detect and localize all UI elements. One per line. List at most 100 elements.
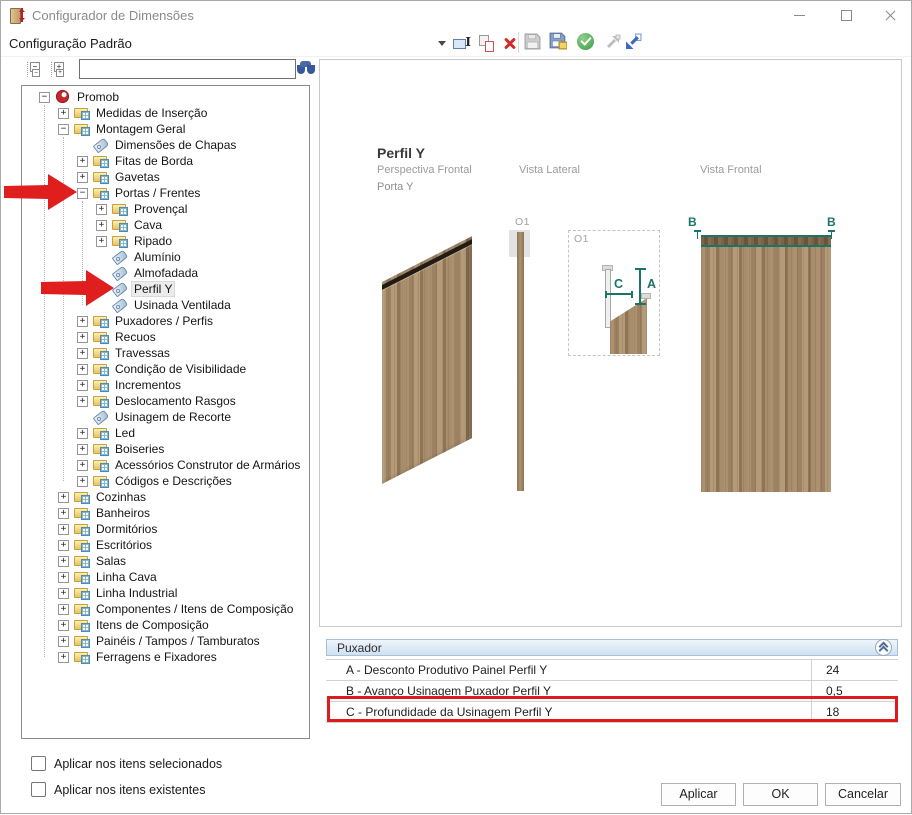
tree-item[interactable]: Dimensões de Chapas <box>22 137 309 153</box>
tree-item[interactable]: Itens de Composição <box>22 617 309 633</box>
expander-icon[interactable] <box>77 332 88 343</box>
locate-arrow-icon[interactable] <box>605 34 623 52</box>
title-bar: Configurador de Dimensões <box>1 1 911 29</box>
expander-icon[interactable] <box>77 348 88 359</box>
expander-icon[interactable] <box>77 188 88 199</box>
apply-button[interactable]: Aplicar <box>661 783 736 806</box>
ok-button[interactable]: OK <box>743 783 818 806</box>
delete-configuration-icon[interactable] <box>501 34 519 52</box>
tree-item[interactable]: Medidas de Inserção <box>22 105 309 121</box>
property-value-field[interactable]: 0,5 <box>811 681 898 701</box>
tree-node-icon <box>74 554 90 568</box>
tree-item[interactable]: Ripado <box>22 233 309 249</box>
tree-item[interactable]: Ferragens e Fixadores <box>22 649 309 665</box>
expander-icon[interactable] <box>96 236 107 247</box>
expander-icon[interactable] <box>77 316 88 327</box>
tree-item[interactable]: Usinagem de Recorte <box>22 409 309 425</box>
dim-c-label: C <box>614 277 623 291</box>
expander-icon[interactable] <box>77 460 88 471</box>
expander-icon[interactable] <box>77 156 88 167</box>
expander-icon[interactable] <box>77 380 88 391</box>
expander-icon[interactable] <box>58 556 69 567</box>
tree-item[interactable]: Alumínio <box>22 249 309 265</box>
checkbox[interactable] <box>31 782 46 797</box>
tree-item[interactable]: Códigos e Descrições <box>22 473 309 489</box>
apply-catalog-check-icon[interactable] <box>577 33 594 50</box>
save-icon[interactable] <box>524 33 542 51</box>
tree-item[interactable]: Provençal <box>22 201 309 217</box>
expand-all-icon[interactable]: ++ <box>51 62 65 77</box>
expander-icon[interactable] <box>77 476 88 487</box>
tree-search-input[interactable] <box>79 59 296 79</box>
tree-item[interactable]: Banheiros <box>22 505 309 521</box>
expander-icon[interactable] <box>77 444 88 455</box>
expander-icon[interactable] <box>58 508 69 519</box>
tree-item[interactable]: Travessas <box>22 345 309 361</box>
property-value-field[interactable]: 24 <box>811 660 898 680</box>
tree-item[interactable]: Cava <box>22 217 309 233</box>
expander-icon[interactable] <box>58 588 69 599</box>
expander-icon[interactable] <box>77 172 88 183</box>
expander-icon[interactable] <box>39 92 50 103</box>
tree-node-icon <box>93 362 109 376</box>
duplicate-configuration-icon[interactable] <box>478 34 496 52</box>
minimize-button[interactable] <box>783 3 817 27</box>
tree-item[interactable]: Led <box>22 425 309 441</box>
rename-configuration-icon[interactable] <box>453 34 471 52</box>
tree-item[interactable]: Linha Cava <box>22 569 309 585</box>
collapse-group-chevron-icon[interactable] <box>875 639 892 656</box>
configuration-combobox[interactable]: Configuração Padrão <box>9 36 132 51</box>
tree-item[interactable]: Perfil Y <box>22 281 309 297</box>
tree-item[interactable]: Componentes / Itens de Composição <box>22 601 309 617</box>
expander-icon[interactable] <box>58 524 69 535</box>
tree-item-label: Provençal <box>132 202 189 216</box>
property-value-field[interactable]: 18 <box>811 702 898 722</box>
tree-item[interactable]: Condição de Visibilidade <box>22 361 309 377</box>
tree-item[interactable]: Promob <box>22 89 309 105</box>
expander-icon[interactable] <box>58 108 69 119</box>
expander-icon[interactable] <box>58 540 69 551</box>
tree-item[interactable]: Fitas de Borda <box>22 153 309 169</box>
expander-icon[interactable] <box>96 204 107 215</box>
dim-a-line <box>639 268 641 305</box>
tree-item[interactable]: Salas <box>22 553 309 569</box>
expander-icon[interactable] <box>58 652 69 663</box>
tree-item[interactable]: Escritórios <box>22 537 309 553</box>
tree-item[interactable]: Montagem Geral <box>22 121 309 137</box>
tree-item[interactable]: Almofadada <box>22 265 309 281</box>
configuration-tree[interactable]: Promob Medidas de Inserção Montagem Gera… <box>21 85 310 739</box>
tree-item[interactable]: Acessórios Construtor de Armários <box>22 457 309 473</box>
expander-icon[interactable] <box>77 428 88 439</box>
import-arrow-icon[interactable] <box>625 33 643 51</box>
cancel-button[interactable]: Cancelar <box>825 783 901 806</box>
tree-item[interactable]: Recuos <box>22 329 309 345</box>
expander-icon[interactable] <box>58 572 69 583</box>
expander-icon[interactable] <box>58 636 69 647</box>
combo-dropdown-arrow-icon[interactable] <box>438 41 446 50</box>
collapse-all-icon[interactable]: −− <box>27 62 41 77</box>
expander-icon[interactable] <box>58 604 69 615</box>
expander-icon[interactable] <box>58 492 69 503</box>
expander-icon[interactable] <box>77 396 88 407</box>
binoculars-search-icon[interactable] <box>297 61 315 76</box>
tree-item[interactable]: Gavetas <box>22 169 309 185</box>
tree-item[interactable]: Dormitórios <box>22 521 309 537</box>
tree-item[interactable]: Painéis / Tampos / Tamburatos <box>22 633 309 649</box>
expander-icon[interactable] <box>58 620 69 631</box>
tree-item[interactable]: Linha Industrial <box>22 585 309 601</box>
tree-item[interactable]: Incrementos <box>22 377 309 393</box>
tree-item[interactable]: Cozinhas <box>22 489 309 505</box>
tree-item[interactable]: Puxadores / Perfis <box>22 313 309 329</box>
close-button[interactable] <box>873 3 907 27</box>
tree-item[interactable]: Portas / Frentes <box>22 185 309 201</box>
tree-item[interactable]: Boiseries <box>22 441 309 457</box>
save-as-icon[interactable] <box>549 32 567 50</box>
checkbox[interactable] <box>31 756 46 771</box>
expander-icon[interactable] <box>96 220 107 231</box>
maximize-button[interactable] <box>829 3 863 27</box>
expander-icon[interactable] <box>58 124 69 135</box>
tree-item[interactable]: Usinada Ventilada <box>22 297 309 313</box>
tree-item[interactable]: Deslocamento Rasgos <box>22 393 309 409</box>
expander-icon[interactable] <box>77 364 88 375</box>
property-row: B - Avanço Usinagem Puxador Perfil Y 0,5 <box>326 681 898 702</box>
